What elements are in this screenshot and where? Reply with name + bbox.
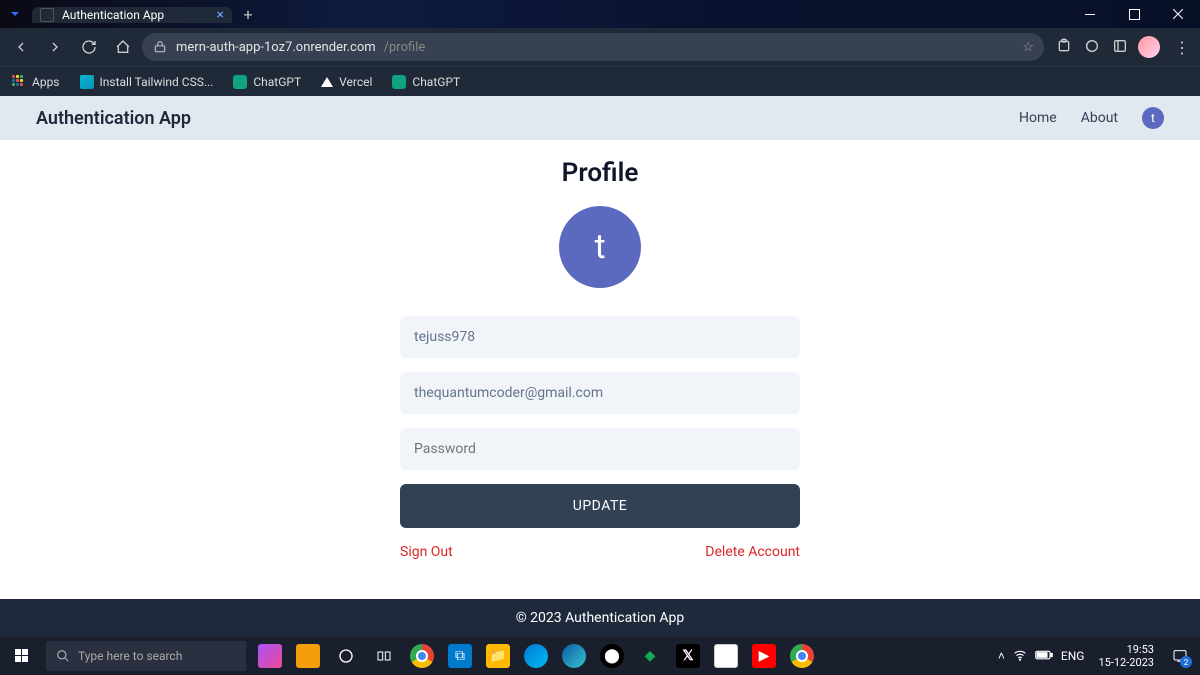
profile-form: UPDATE Sign Out Delete Account: [400, 316, 800, 560]
bookmark-tailwind[interactable]: Install Tailwind CSS...: [76, 73, 218, 91]
page-title: Profile: [562, 158, 639, 188]
reading-list-icon[interactable]: [1110, 36, 1130, 56]
tailwind-icon: [80, 75, 94, 89]
taskbar-task-view[interactable]: [366, 641, 402, 671]
bookmark-chatgpt-1[interactable]: ChatGPT: [229, 73, 305, 91]
apps-grid-icon: [12, 75, 26, 89]
browser-titlebar: Authentication App × +: [0, 0, 1200, 28]
bookmarks-bar: Apps Install Tailwind CSS... ChatGPT Ver…: [0, 66, 1200, 96]
tray-show-hidden-icon[interactable]: ˄: [998, 649, 1005, 663]
vercel-icon: [321, 77, 333, 87]
taskbar-x[interactable]: 𝕏: [670, 641, 706, 671]
tray-wifi-icon[interactable]: [1013, 648, 1027, 665]
taskbar-cortana[interactable]: [328, 641, 364, 671]
window-close-button[interactable]: [1156, 0, 1200, 28]
user-avatar-badge[interactable]: t: [1142, 107, 1164, 129]
browser-menu-button[interactable]: ⋮: [1170, 38, 1194, 57]
browser-addressbar: mern-auth-app-1oz7.onrender.com/profile …: [0, 28, 1200, 66]
site-info-icon[interactable]: [152, 39, 168, 55]
nav-about-link[interactable]: About: [1081, 110, 1118, 126]
profile-page: Profile t UPDATE Sign Out Delete Account: [0, 140, 1200, 599]
bookmark-apps[interactable]: Apps: [8, 73, 64, 91]
password-input[interactable]: [400, 428, 800, 470]
email-input[interactable]: [400, 372, 800, 414]
tab-title: Authentication App: [62, 8, 209, 22]
extensions-icon[interactable]: [1054, 36, 1074, 56]
search-icon: [56, 649, 70, 663]
signout-link[interactable]: Sign Out: [400, 544, 453, 560]
window-minimize-button[interactable]: [1068, 0, 1112, 28]
taskbar-app-generic[interactable]: [708, 641, 744, 671]
windows-logo-icon: [15, 649, 29, 663]
profile-avatar[interactable]: t: [559, 206, 641, 288]
chatgpt-icon: [233, 75, 247, 89]
window-maximize-button[interactable]: [1112, 0, 1156, 28]
taskbar-vscode[interactable]: ⧉: [442, 641, 478, 671]
taskbar-edge[interactable]: [556, 641, 592, 671]
tab-favicon: [40, 8, 54, 22]
tray-language[interactable]: ENG: [1061, 649, 1085, 663]
browser-tab[interactable]: Authentication App ×: [32, 7, 232, 23]
new-tab-button[interactable]: +: [234, 5, 262, 24]
bookmark-star-icon[interactable]: ☆: [1022, 40, 1034, 55]
chatgpt-icon: [392, 75, 406, 89]
taskbar-app-news[interactable]: [290, 641, 326, 671]
app-header: Authentication App Home About t: [0, 96, 1200, 140]
url-path: /profile: [384, 40, 426, 55]
taskbar-youtube[interactable]: ▶: [746, 641, 782, 671]
profile-avatar-icon[interactable]: [1138, 36, 1160, 58]
url-input[interactable]: mern-auth-app-1oz7.onrender.com/profile …: [142, 33, 1044, 61]
forward-button[interactable]: [40, 32, 70, 62]
nav-home-link[interactable]: Home: [1019, 110, 1057, 126]
tray-battery-icon[interactable]: [1035, 649, 1053, 664]
bookmark-vercel[interactable]: Vercel: [317, 73, 376, 91]
url-host: mern-auth-app-1oz7.onrender.com: [176, 40, 376, 55]
taskbar-chrome[interactable]: [404, 641, 440, 671]
bookmark-chatgpt-2[interactable]: ChatGPT: [388, 73, 464, 91]
taskbar-github[interactable]: ⬤: [594, 641, 630, 671]
update-button[interactable]: UPDATE: [400, 484, 800, 528]
footer-copyright: © 2023 Authentication App: [0, 599, 1200, 637]
tab-search-dropdown[interactable]: [0, 8, 30, 20]
start-button[interactable]: [0, 649, 44, 663]
taskbar-copilot[interactable]: [518, 641, 554, 671]
taskbar-mongodb[interactable]: ◆: [632, 641, 668, 671]
windows-taskbar: Type here to search ⧉ 📁 ⬤ ◆ 𝕏 ▶ ˄ ENG 19…: [0, 637, 1200, 675]
reload-button[interactable]: [74, 32, 104, 62]
tray-notifications-icon[interactable]: 2: [1168, 644, 1192, 668]
taskbar-search[interactable]: Type here to search: [46, 641, 246, 671]
side-panel-icon[interactable]: [1082, 36, 1102, 56]
home-button[interactable]: [108, 32, 138, 62]
tab-close-button[interactable]: ×: [217, 7, 224, 23]
username-input[interactable]: [400, 316, 800, 358]
taskbar-chrome-active[interactable]: [784, 641, 820, 671]
page-content: Authentication App Home About t Profile …: [0, 96, 1200, 637]
taskbar-app-clipchamp[interactable]: [252, 641, 288, 671]
app-title: Authentication App: [36, 108, 191, 129]
taskbar-explorer[interactable]: 📁: [480, 641, 516, 671]
delete-account-link[interactable]: Delete Account: [705, 544, 800, 560]
back-button[interactable]: [6, 32, 36, 62]
tray-clock[interactable]: 19:53 15-12-2023: [1092, 643, 1160, 669]
